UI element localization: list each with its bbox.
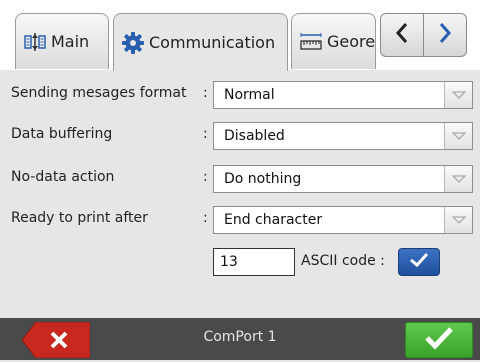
- data-buffering-row: Data buffering : Disabled: [0, 122, 480, 150]
- tab-communication-label: Communication: [149, 33, 276, 52]
- colon-separator: :: [203, 85, 208, 101]
- data-buffering-label: Data buffering: [11, 126, 113, 142]
- prev-tab-button[interactable]: [380, 13, 424, 57]
- tab-main[interactable]: Main: [15, 13, 109, 69]
- no-data-action-select[interactable]: Do nothing: [213, 165, 473, 193]
- ascii-code-input[interactable]: 13: [213, 248, 295, 276]
- no-data-action-value: Do nothing: [224, 171, 302, 187]
- sending-format-row: Sending mesages format : Normal: [0, 81, 480, 109]
- footer-bar: ComPort 1: [0, 318, 480, 360]
- sending-format-select[interactable]: Normal: [213, 81, 473, 109]
- colon-separator: :: [203, 210, 208, 226]
- checkmark-icon: [409, 252, 429, 272]
- ascii-code-checkbox[interactable]: [398, 248, 440, 276]
- colon-separator: :: [203, 126, 208, 142]
- ready-to-print-label: Ready to print after: [11, 210, 148, 226]
- chevron-right-icon: [438, 22, 452, 48]
- ready-to-print-value: End character: [224, 212, 323, 228]
- tab-georeferencing[interactable]: Georeferencing: [291, 13, 376, 69]
- ready-to-print-select[interactable]: End character: [213, 206, 473, 234]
- next-tab-button[interactable]: [423, 13, 467, 57]
- sending-format-label: Sending mesages format: [11, 85, 187, 101]
- sending-format-value: Normal: [224, 87, 275, 103]
- gear-icon: [122, 31, 144, 54]
- ruler-icon: [300, 31, 322, 53]
- dropdown-arrow-icon[interactable]: [444, 82, 472, 108]
- no-data-action-label: No-data action: [11, 169, 115, 185]
- ready-to-print-row: Ready to print after : End character: [0, 206, 480, 234]
- dropdown-arrow-icon[interactable]: [444, 123, 472, 149]
- confirm-button[interactable]: [405, 322, 473, 358]
- tab-bar: Main Communication Geore: [0, 0, 480, 71]
- chevron-left-icon: [395, 22, 409, 48]
- tab-main-label: Main: [51, 32, 90, 51]
- no-data-action-row: No-data action : Do nothing: [0, 165, 480, 193]
- data-buffering-select[interactable]: Disabled: [213, 122, 473, 150]
- colon-separator: :: [203, 169, 208, 185]
- dropdown-arrow-icon[interactable]: [444, 207, 472, 233]
- tab-communication[interactable]: Communication: [113, 13, 288, 71]
- data-buffering-value: Disabled: [224, 128, 285, 144]
- ascii-code-label: ASCII code :: [301, 253, 385, 269]
- dropdown-arrow-icon[interactable]: [444, 166, 472, 192]
- tab-georeferencing-label: Georeferencing: [327, 32, 376, 51]
- main-layout-icon: [24, 31, 46, 53]
- checkmark-icon: [424, 326, 454, 354]
